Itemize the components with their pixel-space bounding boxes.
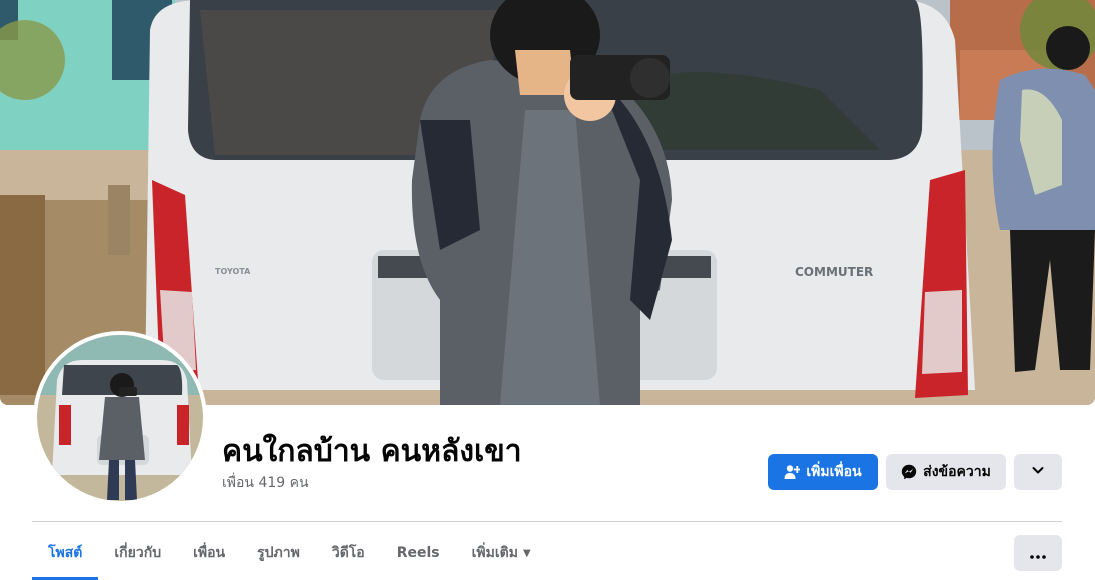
tab-label: โพสต์ bbox=[48, 545, 83, 561]
tab-friends[interactable]: เพื่อน bbox=[177, 530, 241, 576]
tab-reels[interactable]: Reels bbox=[381, 530, 456, 576]
tab-label: เพิ่มเติม bbox=[471, 545, 518, 561]
message-button[interactable]: ส่งข้อความ bbox=[886, 454, 1006, 490]
tab-label: รูปภาพ bbox=[257, 545, 300, 561]
messenger-icon bbox=[901, 464, 917, 480]
tab-label: เกี่ยวกับ bbox=[114, 545, 162, 561]
caret-down-icon: ▼ bbox=[522, 547, 531, 559]
header-divider bbox=[32, 521, 1062, 522]
ellipsis-icon bbox=[1030, 544, 1046, 563]
add-friend-button[interactable]: เพิ่มเพื่อน bbox=[768, 454, 878, 490]
profile-avatar[interactable] bbox=[33, 331, 207, 505]
profile-options-dropdown[interactable] bbox=[1014, 454, 1062, 490]
profile-name: คนใกลบ้าน คนหลังเขา bbox=[222, 434, 522, 469]
tab-label: Reels bbox=[396, 545, 440, 561]
person-plus-icon bbox=[784, 464, 801, 480]
tab-posts[interactable]: โพสต์ bbox=[32, 530, 99, 580]
tab-more[interactable]: เพิ่มเติม ▼ bbox=[456, 530, 547, 576]
avatar-image bbox=[37, 335, 203, 501]
tab-label: เพื่อน bbox=[193, 545, 226, 561]
message-label: ส่งข้อความ bbox=[923, 464, 991, 480]
tab-about[interactable]: เกี่ยวกับ bbox=[98, 530, 177, 576]
tab-photos[interactable]: รูปภาพ bbox=[241, 530, 316, 576]
tab-videos[interactable]: วิดีโอ bbox=[316, 530, 381, 576]
chevron-down-icon bbox=[1031, 463, 1045, 481]
add-friend-label: เพิ่มเพื่อน bbox=[806, 464, 862, 480]
cover-badge-brand: TOYOTA bbox=[215, 267, 251, 276]
profile-tabs: โพสต์ เกี่ยวกับ เพื่อน รูปภาพ วิดีโอ Ree… bbox=[32, 530, 547, 580]
tabs-overflow-button[interactable] bbox=[1014, 535, 1062, 571]
cover-badge-commuter: COMMUTER bbox=[795, 265, 873, 279]
tab-label: วิดีโอ bbox=[331, 545, 365, 561]
friends-count[interactable]: เพื่อน 419 คน bbox=[222, 472, 309, 494]
